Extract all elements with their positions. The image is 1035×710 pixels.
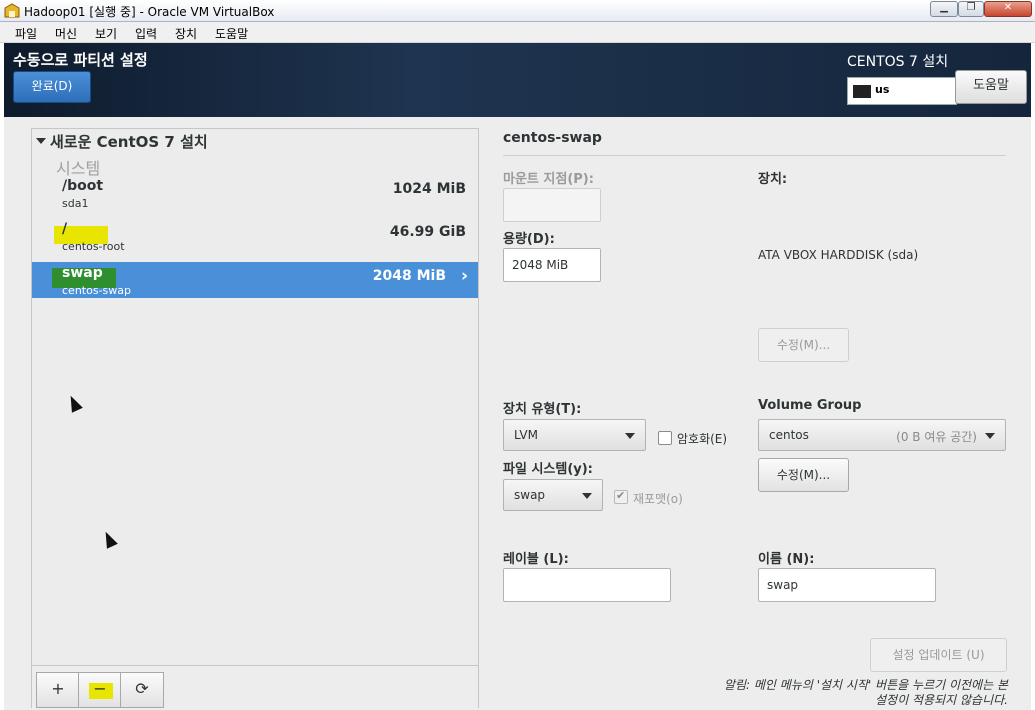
mount-point-label: 마운트 지점(P): xyxy=(503,172,594,187)
partition-toolbar: + − ⟳ xyxy=(32,665,478,710)
filesystem-value: swap xyxy=(514,488,546,502)
add-partition-button[interactable]: + xyxy=(36,672,80,708)
expand-arrow-icon xyxy=(36,138,46,144)
remove-partition-button[interactable]: − xyxy=(78,672,122,708)
virtualbox-app-icon xyxy=(4,3,20,18)
partition-mount-point: swap xyxy=(62,265,103,281)
refresh-icon: ⟳ xyxy=(135,679,149,698)
partition-device: sda1 xyxy=(62,197,89,210)
volume-group-dropdown[interactable]: centos (0 B 여유 공간) xyxy=(758,419,1006,451)
partition-mount-point: /boot xyxy=(62,178,104,194)
keyboard-icon xyxy=(853,85,871,98)
partition-row-swap[interactable]: swap centos-swap 2048 MiB › xyxy=(32,262,478,298)
device-type-label: 장치 유형(T): xyxy=(503,402,582,417)
minus-icon: − xyxy=(93,679,107,698)
help-button[interactable]: 도움말 xyxy=(955,70,1027,104)
restore-icon: ❐ xyxy=(966,2,976,13)
menu-help[interactable]: 도움말 xyxy=(215,25,248,42)
partition-row-root[interactable]: / centos-root 46.99 GiB xyxy=(32,218,478,254)
update-settings-button[interactable]: 설정 업데이트 (U) xyxy=(870,638,1007,672)
apply-notice-line2: 설정이 적용되지 않습니다. xyxy=(875,693,1008,707)
filesystem-dropdown[interactable]: swap xyxy=(503,479,603,511)
installer-header: 수동으로 파티션 설정 완료(D) CENTOS 7 설치 us 도움말 xyxy=(4,43,1031,117)
name-input[interactable]: swap xyxy=(758,568,936,602)
install-tree-label: 새로운 CentOS 7 설치 xyxy=(50,133,208,151)
install-tree-header[interactable]: 새로운 CentOS 7 설치 xyxy=(36,131,208,152)
modify-volume-group-button[interactable]: 수정(M)... xyxy=(758,458,849,492)
mouse-cursor-icon xyxy=(65,393,83,413)
label-field-label: 레이블 (L): xyxy=(503,552,569,567)
done-button[interactable]: 완료(D) xyxy=(13,71,91,103)
partition-size: 1024 MiB xyxy=(392,181,466,197)
label-input[interactable] xyxy=(503,568,671,602)
filesystem-label: 파일 시스템(y): xyxy=(503,462,593,477)
plus-icon: + xyxy=(51,679,65,698)
menu-input[interactable]: 입력 xyxy=(135,25,157,42)
menu-file[interactable]: 파일 xyxy=(15,25,37,42)
window-title-bar[interactable]: Hadoop01 [실행 중] - Oracle VM VirtualBox ▁… xyxy=(0,0,1035,22)
device-type-dropdown[interactable]: LVM xyxy=(503,419,646,451)
device-type-value: LVM xyxy=(514,428,538,442)
partition-device: centos-root xyxy=(62,240,125,253)
reformat-checkbox[interactable] xyxy=(614,489,628,504)
minimize-button[interactable]: ▁ xyxy=(930,1,958,17)
keyboard-layout-label: us xyxy=(875,83,890,96)
minimize-icon: ▁ xyxy=(940,2,948,13)
partition-device: centos-swap xyxy=(62,284,131,297)
name-field-label: 이름 (N): xyxy=(758,552,815,567)
encrypt-checkbox[interactable] xyxy=(658,431,672,445)
menu-bar: 파일 머신 보기 입력 장치 도움말 xyxy=(0,22,1035,43)
restore-button[interactable]: ❐ xyxy=(958,1,984,17)
menu-machine[interactable]: 머신 xyxy=(55,25,77,42)
volume-group-free-space: (0 B 여유 공간) xyxy=(896,430,977,444)
mouse-cursor-icon xyxy=(100,529,118,549)
reformat-label: 재포맷(o) xyxy=(633,492,683,506)
keyboard-layout-indicator[interactable]: us xyxy=(847,77,957,105)
close-button[interactable]: ✕ xyxy=(984,1,1032,17)
window-title: Hadoop01 [실행 중] - Oracle VM VirtualBox xyxy=(24,5,275,19)
mount-point-input[interactable] xyxy=(503,188,601,222)
partition-list-panel: 새로운 CentOS 7 설치 시스템 /boot sda1 1024 MiB … xyxy=(31,128,479,710)
chevron-down-icon xyxy=(625,433,635,439)
chevron-right-icon: › xyxy=(460,266,468,286)
apply-notice: 알림: 메인 메뉴의 '설치 시작' 버튼을 누르기 이전에는 본 설정이 적용… xyxy=(690,678,1008,708)
product-title: CENTOS 7 설치 xyxy=(847,54,949,70)
volume-group-label: Volume Group xyxy=(758,398,862,413)
capacity-label: 용량(D): xyxy=(503,232,555,247)
menu-view[interactable]: 보기 xyxy=(95,25,117,42)
chevron-down-icon xyxy=(582,493,592,499)
close-icon: ✕ xyxy=(1003,2,1013,13)
device-value: ATA VBOX HARDDISK (sda) xyxy=(758,248,919,262)
chevron-down-icon xyxy=(985,433,995,439)
capacity-input[interactable]: 2048 MiB xyxy=(503,248,601,282)
page-title: 수동으로 파티션 설정 xyxy=(13,51,148,69)
modify-device-button[interactable]: 수정(M)... xyxy=(758,328,849,362)
refresh-button[interactable]: ⟳ xyxy=(120,672,164,708)
menu-devices[interactable]: 장치 xyxy=(175,25,197,42)
partition-mount-point: / xyxy=(62,221,68,237)
device-label: 장치: xyxy=(758,172,788,187)
partition-row-boot[interactable]: /boot sda1 1024 MiB xyxy=(32,175,478,211)
partition-size: 46.99 GiB xyxy=(389,224,466,240)
title-divider xyxy=(503,155,1006,156)
selected-partition-title: centos-swap xyxy=(503,130,602,146)
partition-size: 2048 MiB xyxy=(372,268,446,284)
encrypt-label: 암호화(E) xyxy=(677,432,728,446)
volume-group-value: centos xyxy=(769,428,809,442)
apply-notice-line1: 알림: 메인 메뉴의 '설치 시작' 버튼을 누르기 이전에는 본 xyxy=(723,678,1008,692)
